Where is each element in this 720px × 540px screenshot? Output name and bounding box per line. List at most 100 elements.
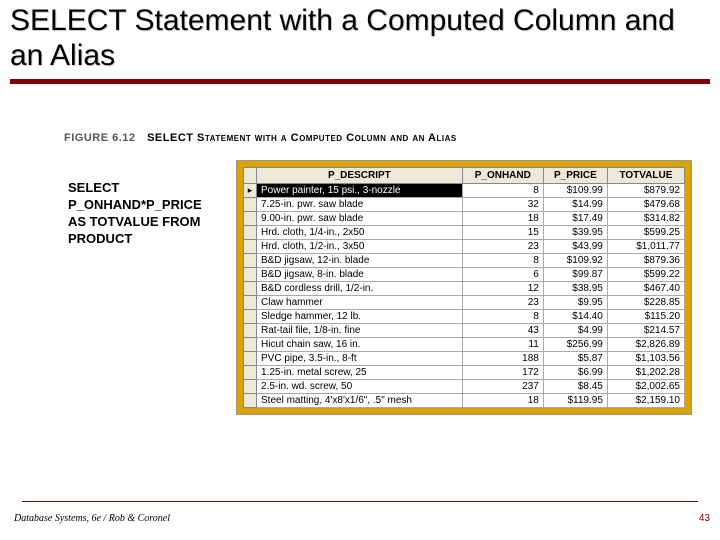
cell-price: $14.99	[543, 198, 607, 212]
cell-descript: B&D jigsaw, 12-in. blade	[257, 254, 463, 268]
row-selector	[244, 366, 257, 380]
cell-totvalue: $879.36	[607, 254, 684, 268]
cell-totvalue: $115.20	[607, 310, 684, 324]
sql-line: SELECT	[68, 180, 202, 197]
cell-totvalue: $2,159.10	[607, 394, 684, 408]
table-row: 7.25-in. pwr. saw blade32$14.99$479.68	[244, 198, 685, 212]
cell-price: $119.95	[543, 394, 607, 408]
row-selector	[244, 254, 257, 268]
result-grid: P_DESCRIPT P_ONHAND P_PRICE TOTVALUE Pow…	[243, 167, 685, 408]
row-selector	[244, 338, 257, 352]
cell-descript: Power painter, 15 psi., 3-nozzle	[257, 184, 463, 198]
row-selector	[244, 394, 257, 408]
cell-descript: Hrd. cloth, 1/2-in., 3x50	[257, 240, 463, 254]
row-selector	[244, 352, 257, 366]
row-selector	[244, 198, 257, 212]
cell-descript: 2.5-in. wd. screw, 50	[257, 380, 463, 394]
col-header: P_ONHAND	[462, 168, 543, 184]
figure-number: FIGURE 6.12	[64, 132, 144, 144]
figure-label: FIGURE 6.12 SELECT Statement with a Comp…	[64, 132, 457, 144]
cell-totvalue: $1,011.77	[607, 240, 684, 254]
cell-price: $8.45	[543, 380, 607, 394]
cell-onhand: 8	[462, 184, 543, 198]
table-row: 1.25-in. metal screw, 25172$6.99$1,202.2…	[244, 366, 685, 380]
cell-descript: Rat-tail file, 1/8-in. fine	[257, 324, 463, 338]
slide: SELECT Statement with a Computed Column …	[0, 0, 720, 540]
cell-totvalue: $599.22	[607, 268, 684, 282]
row-selector	[244, 184, 257, 198]
cell-onhand: 188	[462, 352, 543, 366]
sql-line: AS TOTVALUE FROM	[68, 214, 202, 231]
cell-totvalue: $2,002.65	[607, 380, 684, 394]
cell-totvalue: $2,826.89	[607, 338, 684, 352]
cell-price: $256.99	[543, 338, 607, 352]
cell-price: $5.87	[543, 352, 607, 366]
figure-caption: SELECT Statement with a Computed Column …	[147, 132, 457, 144]
cell-price: $4.99	[543, 324, 607, 338]
cell-totvalue: $1,103.56	[607, 352, 684, 366]
cell-onhand: 32	[462, 198, 543, 212]
table-row: B&D cordless drill, 1/2-in.12$38.95$467.…	[244, 282, 685, 296]
table-row: Hrd. cloth, 1/2-in., 3x5023$43.99$1,011.…	[244, 240, 685, 254]
cell-descript: Hicut chain saw, 16 in.	[257, 338, 463, 352]
cell-price: $6.99	[543, 366, 607, 380]
cell-onhand: 11	[462, 338, 543, 352]
cell-descript: Hrd. cloth, 1/4-in., 2x50	[257, 226, 463, 240]
cell-price: $109.92	[543, 254, 607, 268]
col-header: P_PRICE	[543, 168, 607, 184]
table-row: 9.00-in. pwr. saw blade18$17.49$314.82	[244, 212, 685, 226]
cell-onhand: 12	[462, 282, 543, 296]
table-row: Hrd. cloth, 1/4-in., 2x5015$39.95$599.25	[244, 226, 685, 240]
table-row: Steel matting, 4'x8'x1/6", .5" mesh18$11…	[244, 394, 685, 408]
sql-line: PRODUCT	[68, 231, 202, 248]
table-row: Claw hammer23$9.95$228.85	[244, 296, 685, 310]
cell-onhand: 8	[462, 310, 543, 324]
cell-totvalue: $1,202.28	[607, 366, 684, 380]
cell-onhand: 18	[462, 394, 543, 408]
row-selector	[244, 240, 257, 254]
cell-price: $38.95	[543, 282, 607, 296]
table-row: Hicut chain saw, 16 in.11$256.99$2,826.8…	[244, 338, 685, 352]
cell-price: $9.95	[543, 296, 607, 310]
cell-onhand: 43	[462, 324, 543, 338]
cell-price: $109.99	[543, 184, 607, 198]
cell-price: $43.99	[543, 240, 607, 254]
cell-price: $14.40	[543, 310, 607, 324]
cell-onhand: 23	[462, 240, 543, 254]
row-selector	[244, 268, 257, 282]
row-selector	[244, 324, 257, 338]
row-selector	[244, 296, 257, 310]
cell-onhand: 15	[462, 226, 543, 240]
row-selector	[244, 282, 257, 296]
cell-descript: Sledge hammer, 12 lb.	[257, 310, 463, 324]
cell-onhand: 23	[462, 296, 543, 310]
footer-rule	[22, 501, 698, 502]
cell-descript: 1.25-in. metal screw, 25	[257, 366, 463, 380]
cell-descript: B&D cordless drill, 1/2-in.	[257, 282, 463, 296]
page-number: 43	[699, 513, 710, 524]
cell-onhand: 6	[462, 268, 543, 282]
cell-price: $17.49	[543, 212, 607, 226]
cell-totvalue: $467.40	[607, 282, 684, 296]
grid-header-row: P_DESCRIPT P_ONHAND P_PRICE TOTVALUE	[244, 168, 685, 184]
table-row: Rat-tail file, 1/8-in. fine43$4.99$214.5…	[244, 324, 685, 338]
cell-descript: Steel matting, 4'x8'x1/6", .5" mesh	[257, 394, 463, 408]
result-grid-frame: P_DESCRIPT P_ONHAND P_PRICE TOTVALUE Pow…	[236, 160, 692, 415]
row-selector	[244, 212, 257, 226]
table-row: B&D jigsaw, 12-in. blade8$109.92$879.36	[244, 254, 685, 268]
cell-onhand: 172	[462, 366, 543, 380]
title-rule	[10, 79, 710, 84]
footer-text: Database Systems, 6e / Rob & Coronel	[14, 513, 170, 524]
table-row: PVC pipe, 3.5-in., 8-ft188$5.87$1,103.56	[244, 352, 685, 366]
table-row: Power painter, 15 psi., 3-nozzle8$109.99…	[244, 184, 685, 198]
sql-line: P_ONHAND*P_PRICE	[68, 197, 202, 214]
col-header: P_DESCRIPT	[257, 168, 463, 184]
cell-totvalue: $228.85	[607, 296, 684, 310]
table-row: Sledge hammer, 12 lb.8$14.40$115.20	[244, 310, 685, 324]
col-header: TOTVALUE	[607, 168, 684, 184]
cell-onhand: 237	[462, 380, 543, 394]
cell-descript: B&D jigsaw, 8-in. blade	[257, 268, 463, 282]
cell-totvalue: $314.82	[607, 212, 684, 226]
row-selector-head	[244, 168, 257, 184]
slide-title: SELECT Statement with a Computed Column …	[0, 0, 720, 73]
